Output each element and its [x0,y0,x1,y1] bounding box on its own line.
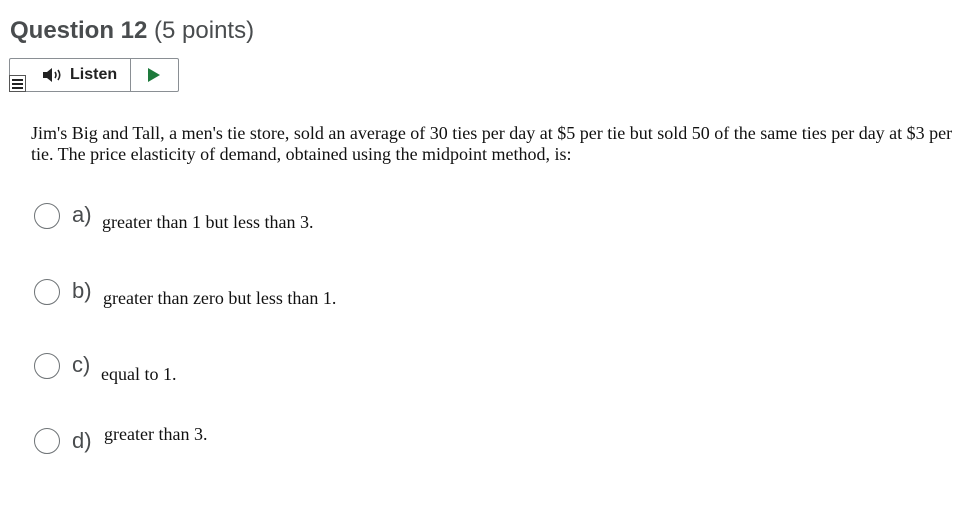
menu-icon[interactable] [9,75,26,92]
listen-label: Listen [70,66,118,83]
listen-button[interactable]: Listen [28,59,130,91]
choice-letter-a: a) [72,202,92,227]
choice-c[interactable]: c) equal to 1. [34,352,204,387]
choice-text-a: greater than 1 but less than 3. [102,212,314,232]
choice-letter-d: d) [72,428,92,453]
question-points: (5 points) [154,17,255,44]
choice-d[interactable]: d) greater than 3. [34,424,234,462]
choice-a[interactable]: a) greater than 1 but less than 3. [34,202,364,237]
question-title: Question 12 (5 points) [10,16,254,46]
choice-letter-b: b) [72,278,92,303]
play-button[interactable] [131,59,178,91]
radio-button-b[interactable] [34,279,60,305]
question-prompt: Jim's Big and Tall, a men's tie store, s… [31,123,953,164]
radio-button-c[interactable] [34,353,60,379]
choice-text-c: equal to 1. [101,364,177,384]
radio-button-a[interactable] [34,203,60,229]
choice-b[interactable]: b) greater than zero but less than 1. [34,278,384,313]
speaker-icon [42,67,64,83]
choice-text-b: greater than zero but less than 1. [103,288,337,308]
read-aloud-toolbar: Listen [9,58,179,92]
radio-button-d[interactable] [34,428,60,454]
play-icon [148,68,160,82]
choice-letter-c: c) [72,352,91,377]
choice-text-d: greater than 3. [104,424,208,444]
question-number: Question 12 [10,17,148,44]
